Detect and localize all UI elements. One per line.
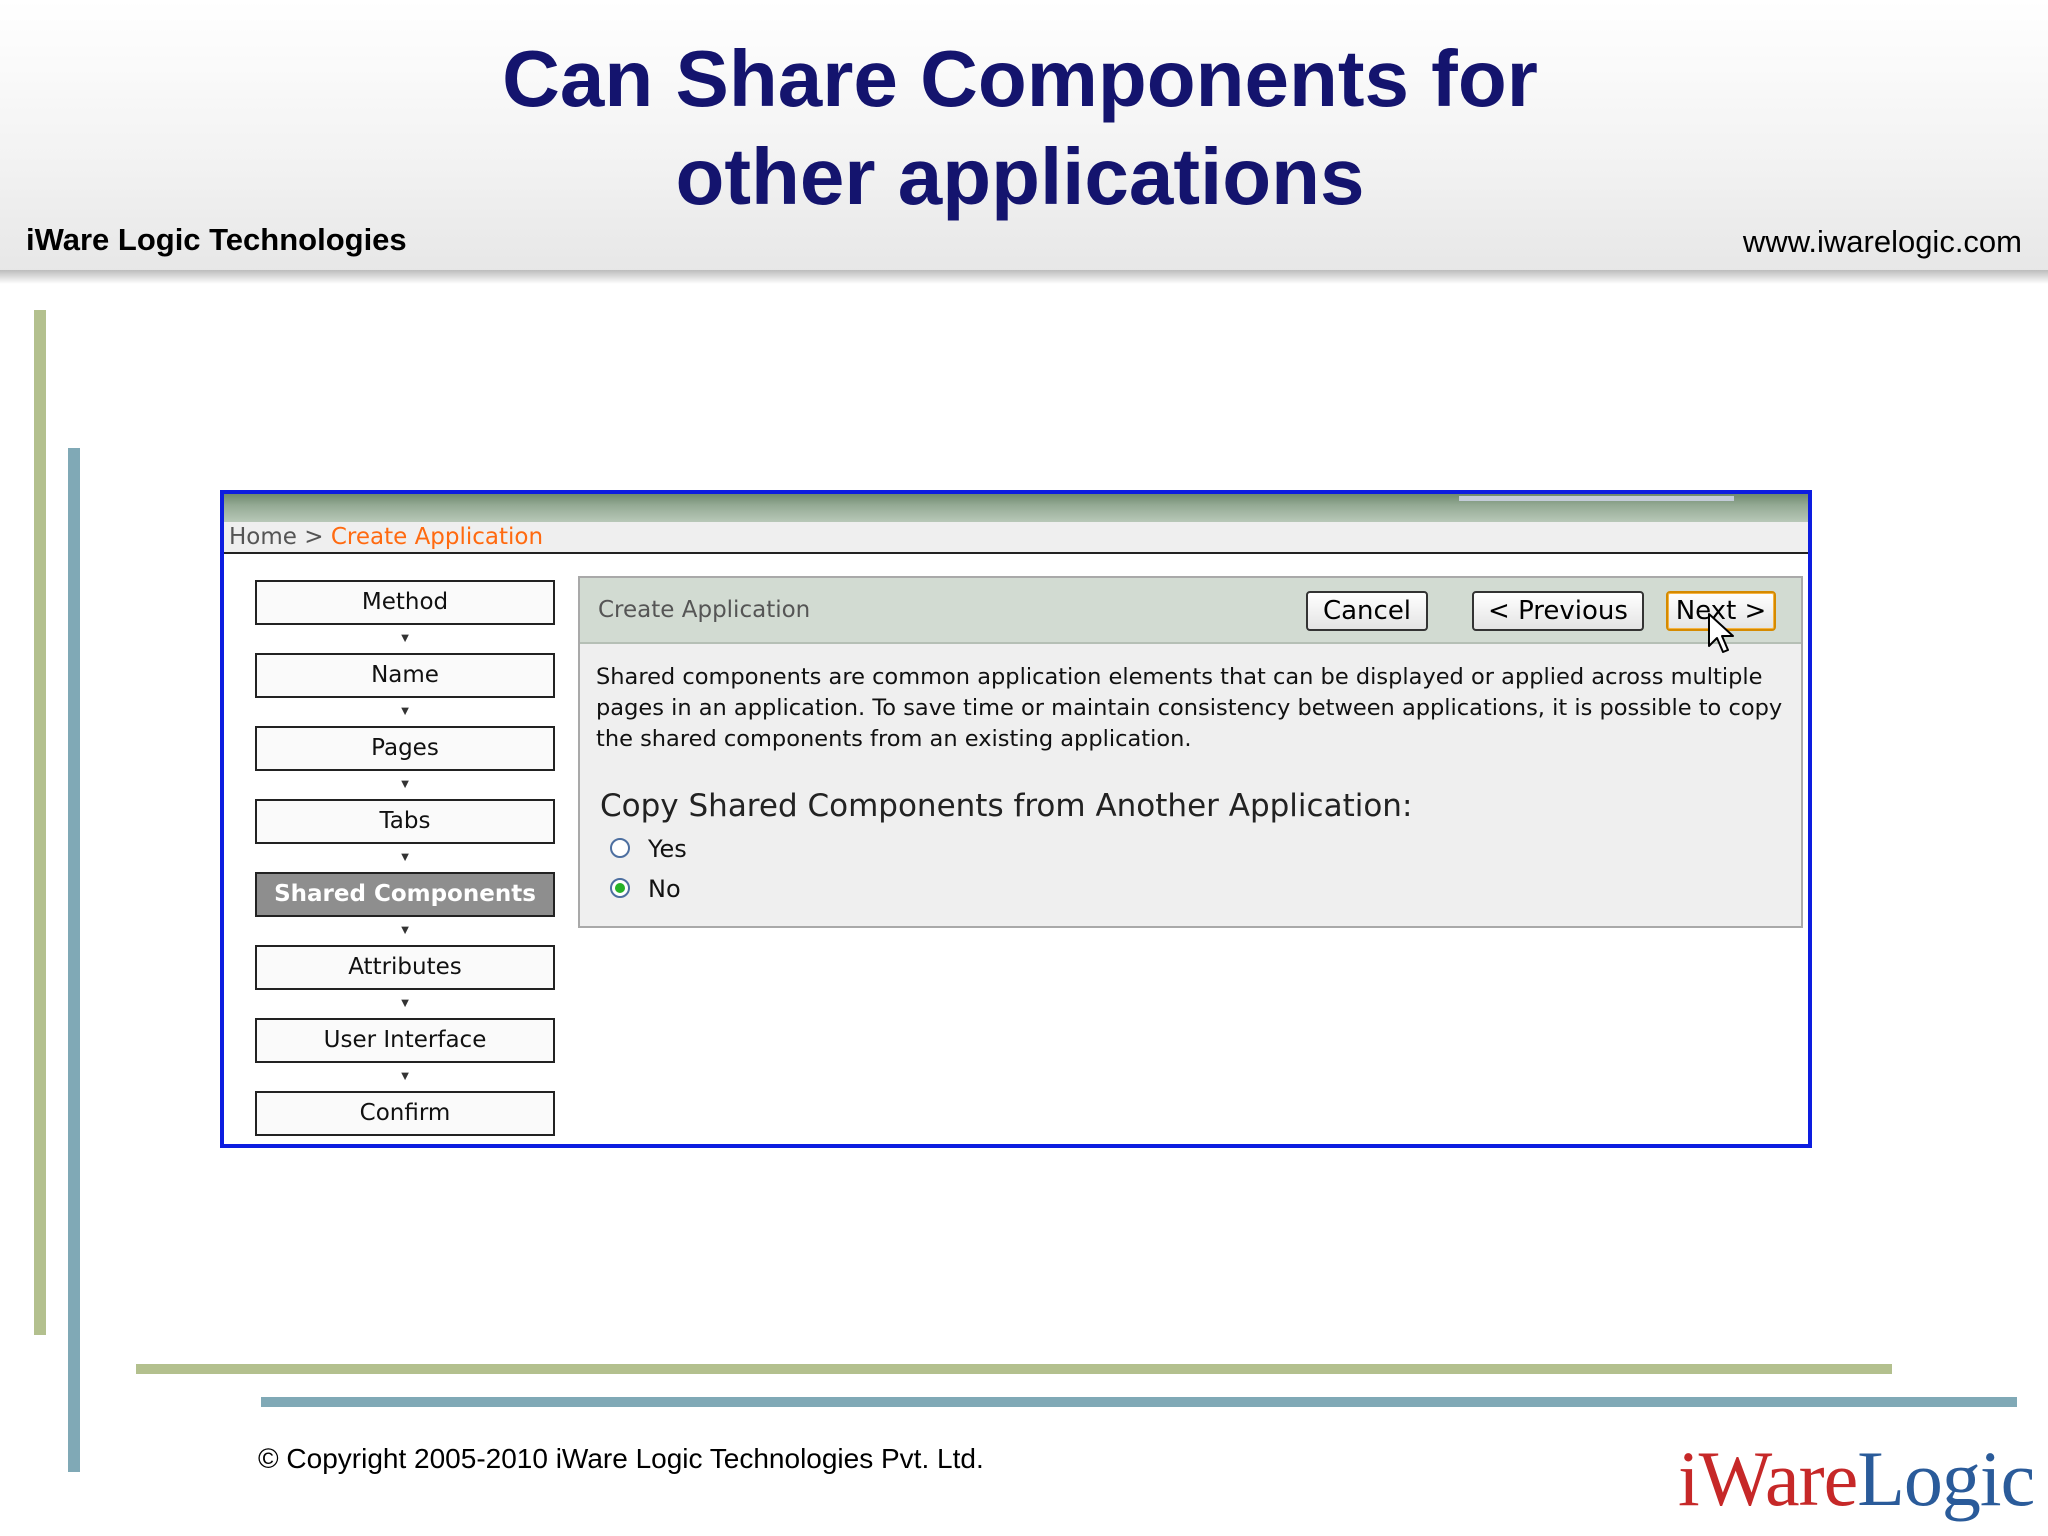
- website-url: www.iwarelogic.com: [1742, 224, 2022, 259]
- chevron-down-icon: ▼: [398, 922, 412, 937]
- panel-header: Create Application Cancel < Previous Nex…: [580, 578, 1801, 644]
- radio-yes-label: Yes: [648, 835, 687, 863]
- chevron-down-icon: ▼: [398, 630, 412, 645]
- chevron-down-icon: ▼: [398, 849, 412, 864]
- decorative-horizontal-bar-green: [136, 1364, 1892, 1374]
- header-shadow: [0, 270, 2048, 284]
- logo-part-iware: iWare: [1678, 1435, 1858, 1522]
- radio-no[interactable]: [610, 878, 630, 898]
- panel-title: Create Application: [598, 597, 811, 623]
- title-line-1: Can Share Components for: [502, 34, 1538, 123]
- radio-no-label: No: [648, 875, 681, 903]
- radio-yes[interactable]: [610, 838, 630, 858]
- previous-button[interactable]: < Previous: [1472, 591, 1644, 631]
- wizard-step-tabs[interactable]: Tabs: [255, 799, 555, 844]
- slide-title: Can Share Components for other applicati…: [0, 30, 2040, 226]
- chevron-down-icon: ▼: [398, 1068, 412, 1083]
- decorative-vertical-bar-teal: [68, 448, 80, 1472]
- wizard-step-pages[interactable]: Pages: [255, 726, 555, 771]
- chevron-down-icon: ▼: [398, 776, 412, 791]
- breadcrumb-home-link[interactable]: Home: [229, 524, 297, 550]
- breadcrumb: Home > Create Application: [224, 522, 1808, 554]
- panel-description: Shared components are common application…: [596, 664, 1783, 752]
- wizard-step-method[interactable]: Method: [255, 580, 555, 625]
- title-line-2: other applications: [675, 132, 1365, 221]
- decorative-horizontal-bar-teal: [261, 1397, 2017, 1407]
- wizard-step-shared-components[interactable]: Shared Components: [255, 872, 555, 917]
- decorative-vertical-bar-green: [34, 310, 46, 1335]
- breadcrumb-current: Create Application: [330, 524, 544, 550]
- wizard-step-user-interface[interactable]: User Interface: [255, 1018, 555, 1063]
- copyright-notice: © Copyright 2005-2010 iWare Logic Techno…: [258, 1443, 984, 1474]
- chevron-down-icon: ▼: [398, 703, 412, 718]
- wizard-step-confirm[interactable]: Confirm: [255, 1091, 555, 1136]
- top-strip-highlight: [1459, 496, 1734, 501]
- app-screenshot-frame: Home > Create Application Method ▼ Name …: [220, 490, 1812, 1148]
- copy-shared-components-label: Copy Shared Components from Another Appl…: [600, 788, 1413, 824]
- app-top-strip: [224, 494, 1808, 522]
- chevron-down-icon: ▼: [398, 995, 412, 1010]
- company-name: iWare Logic Technologies: [26, 222, 407, 257]
- breadcrumb-separator: >: [304, 524, 324, 550]
- wizard-step-name[interactable]: Name: [255, 653, 555, 698]
- create-application-panel: Create Application Cancel < Previous Nex…: [578, 576, 1803, 928]
- cancel-button[interactable]: Cancel: [1306, 591, 1428, 631]
- iwarelogic-logo: iWareLogic: [1678, 1434, 2035, 1524]
- mouse-cursor-icon: [1708, 613, 1734, 653]
- logo-part-logic: Logic: [1857, 1435, 2035, 1522]
- wizard-step-attributes[interactable]: Attributes: [255, 945, 555, 990]
